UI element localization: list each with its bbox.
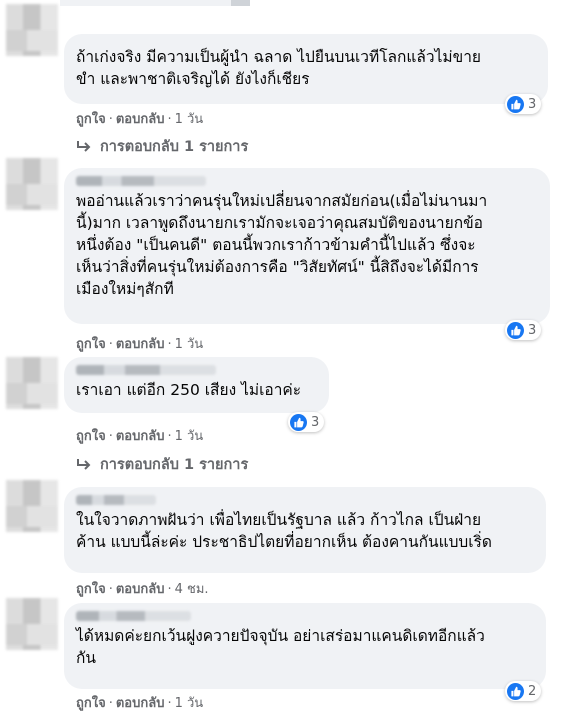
comment-text: พออ่านแล้วเราว่าคนรุ่นใหม่เปลี่ยนจากสมัย… bbox=[76, 192, 488, 298]
comment-text: ถ้าเก่งจริง มีความเป็นผู้นำ ฉลาด ไปยืนบน… bbox=[76, 48, 482, 88]
timestamp[interactable]: 1 วัน bbox=[175, 337, 204, 352]
like-icon bbox=[507, 95, 524, 113]
timestamp[interactable]: 4 ชม. bbox=[175, 582, 209, 597]
comment-actions: ถูกใจ · ตอบกลับ · 1 วัน bbox=[76, 696, 204, 711]
commenter-name[interactable] bbox=[76, 611, 191, 621]
comment-actions: ถูกใจ · ตอบกลับ · 1 วัน bbox=[76, 429, 204, 444]
like-link[interactable]: ถูกใจ bbox=[76, 337, 106, 352]
reply-link[interactable]: ตอบกลับ bbox=[116, 696, 165, 711]
comment-bubble: พออ่านแล้วเราว่าคนรุ่นใหม่เปลี่ยนจากสมัย… bbox=[64, 168, 550, 324]
timestamp[interactable]: 1 วัน bbox=[175, 429, 204, 444]
commenter-name[interactable] bbox=[76, 365, 216, 375]
comment-bubble: เราเอา แต่อีก 250 เสียง ไม่เอาค่ะ bbox=[64, 357, 329, 413]
avatar[interactable] bbox=[6, 480, 58, 532]
reaction-count[interactable]: 3 bbox=[505, 94, 542, 114]
comment-text: ได้หมดค่ะยกเว้นฝูงควายปัจจุบัน อย่าเสร่อ… bbox=[76, 627, 485, 667]
reply-link[interactable]: ตอบกลับ bbox=[116, 337, 165, 352]
avatar[interactable] bbox=[6, 357, 58, 409]
avatar[interactable] bbox=[6, 4, 58, 56]
like-link[interactable]: ถูกใจ bbox=[76, 112, 106, 127]
reply-arrow-icon bbox=[77, 140, 91, 152]
comment-text: เราเอา แต่อีก 250 เสียง ไม่เอาค่ะ bbox=[76, 381, 302, 399]
comment-actions: ถูกใจ · ตอบกลับ · 1 วัน bbox=[76, 112, 204, 127]
like-icon bbox=[507, 682, 524, 700]
avatar[interactable] bbox=[6, 598, 58, 650]
avatar[interactable] bbox=[6, 158, 58, 210]
reply-link[interactable]: ตอบกลับ bbox=[116, 582, 165, 597]
reply-link[interactable]: ตอบกลับ bbox=[116, 429, 165, 444]
like-link[interactable]: ถูกใจ bbox=[76, 696, 106, 711]
comment-bubble: ในใจวาดภาพฝันว่า เพื่อไทยเป็นรัฐบาล แล้ว… bbox=[64, 487, 546, 573]
replies-label: การตอบกลับ 1 รายการ bbox=[100, 457, 249, 473]
view-replies[interactable]: การตอบกลับ 1 รายการ bbox=[76, 453, 248, 476]
replies-label: การตอบกลับ 1 รายการ bbox=[100, 139, 249, 155]
like-icon bbox=[507, 321, 524, 339]
previous-bubble-edge bbox=[60, 0, 250, 6]
timestamp[interactable]: 1 วัน bbox=[175, 696, 204, 711]
reaction-count[interactable]: 3 bbox=[505, 320, 542, 340]
comment-text: ในใจวาดภาพฝันว่า เพื่อไทยเป็นรัฐบาล แล้ว… bbox=[76, 511, 492, 551]
reaction-number: 3 bbox=[528, 96, 537, 112]
view-replies[interactable]: การตอบกลับ 1 รายการ bbox=[76, 135, 248, 158]
reaction-number: 2 bbox=[528, 683, 537, 699]
reaction-count[interactable]: 3 bbox=[288, 412, 325, 432]
comment-bubble: ได้หมดค่ะยกเว้นฝูงควายปัจจุบัน อย่าเสร่อ… bbox=[64, 603, 546, 689]
like-link[interactable]: ถูกใจ bbox=[76, 429, 106, 444]
reply-link[interactable]: ตอบกลับ bbox=[116, 112, 165, 127]
commenter-name[interactable] bbox=[76, 495, 156, 505]
timestamp[interactable]: 1 วัน bbox=[175, 112, 204, 127]
like-link[interactable]: ถูกใจ bbox=[76, 582, 106, 597]
reaction-number: 3 bbox=[528, 322, 537, 338]
comment-actions: ถูกใจ · ตอบกลับ · 1 วัน bbox=[76, 337, 204, 352]
comment-actions: ถูกใจ · ตอบกลับ · 4 ชม. bbox=[76, 582, 209, 597]
reaction-count[interactable]: 2 bbox=[505, 681, 542, 701]
commenter-name[interactable] bbox=[76, 176, 206, 186]
like-icon bbox=[290, 413, 307, 431]
comment-bubble: ถ้าเก่งจริง มีความเป็นผู้นำ ฉลาด ไปยืนบน… bbox=[64, 34, 548, 104]
reaction-number: 3 bbox=[311, 414, 320, 430]
reply-arrow-icon bbox=[77, 458, 91, 470]
